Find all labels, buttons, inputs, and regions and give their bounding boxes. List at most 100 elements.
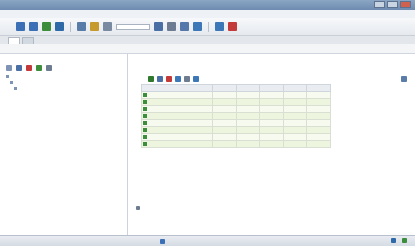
column-header[interactable] — [259, 84, 284, 92]
column-header[interactable] — [282, 84, 308, 92]
discuss-icon[interactable] — [193, 22, 202, 31]
footer-links — [136, 206, 143, 210]
table-cell — [235, 126, 261, 134]
history-icon[interactable] — [103, 22, 112, 31]
table-cell — [282, 105, 308, 113]
table-cell — [235, 105, 261, 113]
table-cell — [211, 105, 237, 113]
back-icon[interactable] — [16, 22, 25, 31]
table-row[interactable] — [141, 91, 331, 99]
table-cell — [211, 119, 237, 127]
table-cell — [235, 133, 261, 141]
security-icon — [402, 238, 407, 243]
folder-icon — [14, 86, 17, 90]
table-cell — [259, 133, 284, 141]
table-cell — [235, 91, 261, 99]
table-cell — [211, 140, 237, 148]
copy-icon[interactable] — [16, 65, 22, 71]
table-cell — [141, 140, 213, 148]
file-icon — [143, 121, 147, 125]
file-icon — [143, 114, 147, 118]
table-cell — [306, 133, 331, 141]
folder-icon — [10, 80, 13, 84]
table-row[interactable] — [141, 98, 331, 106]
column-header[interactable] — [306, 84, 331, 92]
print-icon[interactable] — [167, 22, 176, 31]
alert-icon[interactable] — [228, 22, 237, 31]
grid-toolbar — [129, 74, 415, 84]
add-icon[interactable] — [148, 76, 154, 82]
sidebar-panel — [0, 54, 128, 235]
tab-bar — [0, 36, 415, 44]
file-icon — [143, 107, 147, 111]
table-row[interactable] — [141, 105, 331, 113]
info-icon — [136, 206, 140, 210]
table-cell — [282, 140, 308, 148]
table-cell — [141, 98, 213, 106]
table-row[interactable] — [141, 112, 331, 120]
table-cell — [259, 126, 284, 134]
table-row[interactable] — [141, 140, 331, 148]
filter-icon[interactable] — [184, 76, 190, 82]
table-row[interactable] — [141, 119, 331, 127]
table-cell — [306, 126, 331, 134]
edit-icon[interactable] — [180, 22, 189, 31]
table-cell — [211, 112, 237, 120]
table-cell — [259, 105, 284, 113]
address-input[interactable] — [116, 23, 150, 30]
table-row[interactable] — [141, 133, 331, 141]
main-content — [129, 54, 415, 235]
toolbar-separator — [70, 21, 71, 32]
table-cell — [211, 98, 237, 106]
table-cell — [282, 133, 308, 141]
file-icon — [143, 100, 147, 104]
status-right — [391, 238, 407, 243]
search-icon[interactable] — [77, 22, 86, 31]
refresh-icon[interactable] — [36, 65, 42, 71]
table-cell — [306, 105, 331, 113]
tab-secondary[interactable] — [22, 37, 34, 44]
window-titlebar — [0, 0, 415, 10]
copy-icon[interactable] — [175, 76, 181, 82]
column-header[interactable] — [141, 84, 213, 92]
column-header[interactable] — [211, 84, 237, 92]
table-cell — [235, 140, 261, 148]
menubar — [0, 10, 415, 18]
gear-icon[interactable] — [401, 76, 407, 82]
status-bar — [0, 235, 415, 246]
edit-icon[interactable] — [157, 76, 163, 82]
export-icon[interactable] — [193, 76, 199, 82]
forward-icon[interactable] — [29, 22, 38, 31]
close-button[interactable] — [400, 1, 411, 8]
table-cell — [282, 91, 308, 99]
table-cell — [282, 98, 308, 106]
maximize-button[interactable] — [387, 1, 398, 8]
minimize-button[interactable] — [374, 1, 385, 8]
favorites-icon[interactable] — [90, 22, 99, 31]
table-cell — [235, 112, 261, 120]
table-row[interactable] — [141, 126, 331, 134]
table-cell — [141, 119, 213, 127]
messenger-icon[interactable] — [215, 22, 224, 31]
mail-icon[interactable] — [154, 22, 163, 31]
table-cell — [306, 140, 331, 148]
main-toolbar — [0, 18, 415, 36]
tab-primary[interactable] — [8, 37, 20, 44]
table-cell — [259, 140, 284, 148]
tree-item-selected[interactable] — [6, 85, 127, 91]
settings-icon[interactable] — [46, 65, 52, 71]
new-folder-icon[interactable] — [6, 65, 12, 71]
delete-icon[interactable] — [166, 76, 172, 82]
sidebar-toolbar — [0, 63, 127, 73]
delete-icon[interactable] — [26, 65, 32, 71]
refresh-icon[interactable] — [42, 22, 51, 31]
file-icon — [143, 142, 147, 146]
home-icon[interactable] — [55, 22, 64, 31]
table-cell — [141, 133, 213, 141]
table-cell — [259, 91, 284, 99]
table-cell — [306, 91, 331, 99]
table-cell — [306, 119, 331, 127]
toolbar-separator — [208, 21, 209, 32]
column-header[interactable] — [235, 84, 261, 92]
expand-icon[interactable] — [6, 74, 9, 78]
